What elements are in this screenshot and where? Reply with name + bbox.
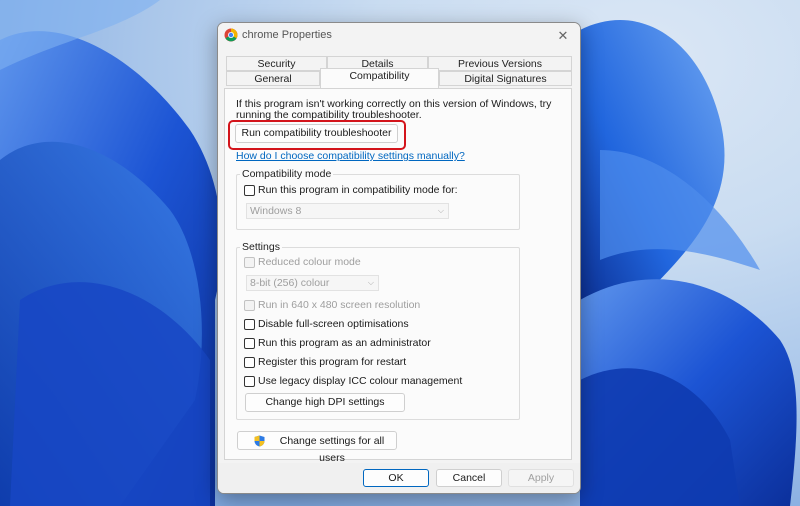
register-restart-checkbox[interactable] [244, 357, 255, 368]
change-dpi-button[interactable]: Change high DPI settings [245, 393, 405, 412]
reduced-colour-checkbox [244, 257, 255, 268]
legacy-icc-checkbox[interactable] [244, 376, 255, 387]
ok-button[interactable]: OK [363, 469, 429, 487]
close-icon[interactable]: ✕ [554, 27, 572, 45]
manual-settings-link[interactable]: How do I choose compatibility settings m… [236, 150, 465, 162]
cancel-button[interactable]: Cancel [436, 469, 502, 487]
run-640-checkbox [244, 300, 255, 311]
colour-depth-select: 8-bit (256) colour ⌵ [246, 275, 379, 291]
compat-mode-checkbox[interactable] [244, 185, 255, 196]
compatibility-mode-group [236, 174, 520, 230]
compat-mode-select: Windows 8 ⌵ [246, 203, 449, 219]
disable-fullscreen-label: Disable full-screen optimisations [258, 318, 409, 330]
disable-fullscreen-checkbox[interactable] [244, 319, 255, 330]
chrome-icon [224, 28, 238, 42]
tab-security[interactable]: Security [226, 56, 327, 71]
run-640-label: Run in 640 x 480 screen resolution [258, 299, 421, 311]
tab-general[interactable]: General [226, 71, 320, 86]
compat-mode-select-value: Windows 8 [250, 205, 302, 217]
compatibility-mode-label: Compatibility mode [240, 168, 334, 180]
register-restart-label: Register this program for restart [258, 356, 407, 368]
run-as-admin-checkbox[interactable] [244, 338, 255, 349]
shield-icon [254, 435, 265, 447]
window-title: chrome Properties [242, 29, 332, 41]
change-all-users-label: Change settings for all users [279, 435, 385, 464]
apply-button[interactable]: Apply [508, 469, 574, 487]
tab-digital-signatures[interactable]: Digital Signatures [439, 71, 572, 86]
settings-label: Settings [240, 241, 282, 253]
reduced-colour-label: Reduced colour mode [258, 256, 361, 268]
run-as-admin-label: Run this program as an administrator [258, 337, 431, 349]
colour-depth-select-value: 8-bit (256) colour [250, 277, 330, 289]
title-bar[interactable]: chrome Properties ✕ [218, 23, 580, 49]
properties-dialog: chrome Properties ✕ Security Details Pre… [217, 22, 581, 494]
tab-compatibility[interactable]: Compatibility [320, 68, 439, 88]
chevron-down-icon: ⌵ [367, 278, 374, 287]
change-all-users-button[interactable]: Change settings for all users [237, 431, 397, 464]
legacy-icc-label: Use legacy display ICC colour management [258, 375, 463, 387]
chevron-down-icon: ⌵ [437, 206, 444, 215]
dialog-footer: OK Cancel Apply [218, 463, 580, 493]
compat-mode-checkbox-label: Run this program in compatibility mode f… [258, 184, 458, 196]
run-troubleshooter-button[interactable]: Run compatibility troubleshooter [235, 124, 398, 143]
tab-previous-versions[interactable]: Previous Versions [428, 56, 572, 71]
